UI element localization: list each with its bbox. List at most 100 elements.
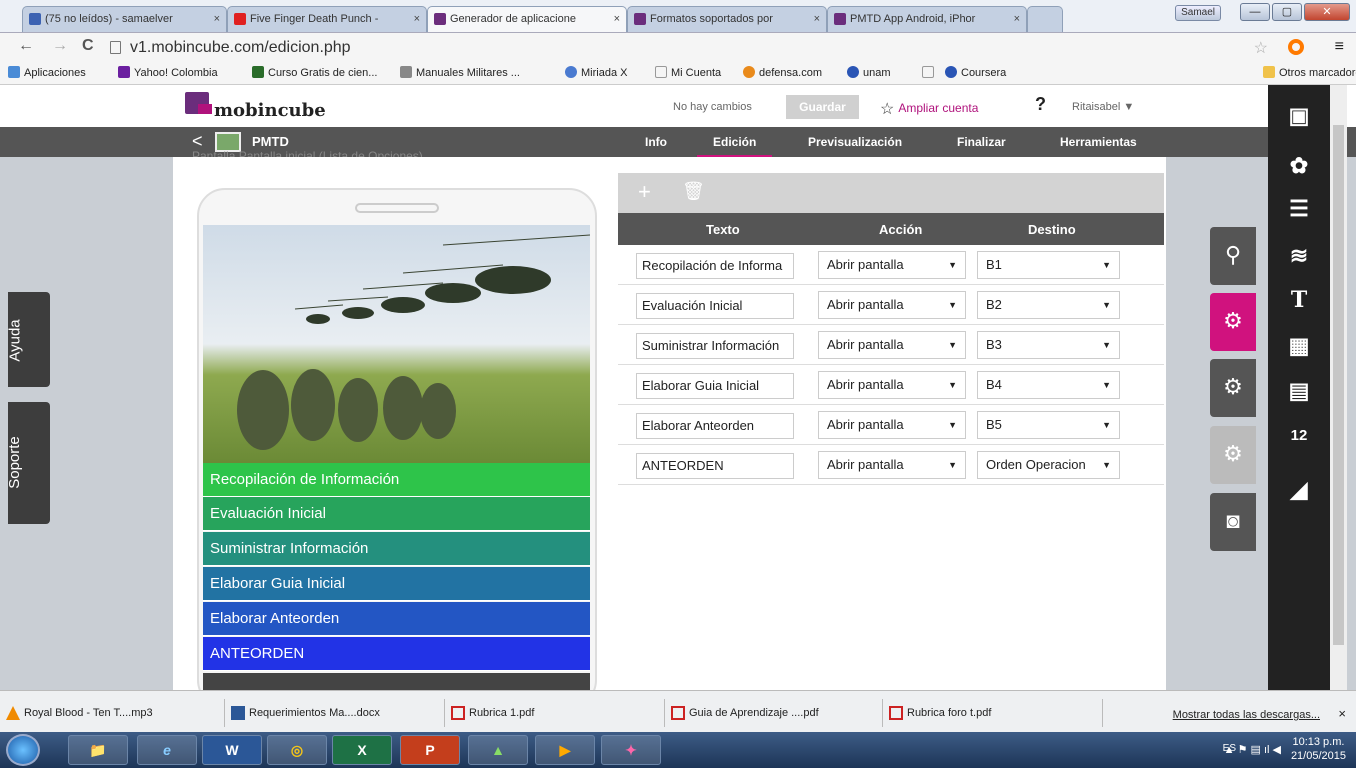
word-taskbar-icon[interactable]: W	[202, 735, 262, 765]
back-button[interactable]: ←	[18, 37, 34, 55]
tab-info[interactable]: Info	[645, 135, 667, 149]
gears-icon[interactable]: ⚙	[1210, 293, 1256, 351]
start-button[interactable]	[6, 734, 40, 766]
list-icon[interactable]: ▤	[1268, 378, 1330, 404]
app-taskbar-icon[interactable]: ✦	[601, 735, 661, 765]
phone-list-item[interactable]: Elaborar Guia Inicial	[203, 567, 590, 601]
rss-icon[interactable]: ◢	[1268, 477, 1330, 503]
bookmark-star-icon[interactable]: ☆	[1254, 38, 1268, 58]
explorer-taskbar-icon[interactable]: 📁	[68, 735, 128, 765]
browser-tab[interactable]: PMTD App Android, iPhor ×	[827, 6, 1027, 32]
minimize-button[interactable]: —	[1240, 3, 1270, 21]
phone-list-item[interactable]: Evaluación Inicial	[203, 497, 590, 531]
bookmark-item[interactable]: Aplicaciones	[8, 66, 86, 79]
bookmark-item[interactable]: defensa.com	[743, 66, 822, 79]
close-downloads-icon[interactable]: ×	[1338, 706, 1346, 721]
accion-select[interactable]: Abrir pantalla ▼	[818, 291, 966, 319]
stack-icon[interactable]: ☰	[1268, 196, 1330, 222]
text-icon[interactable]: T	[1268, 287, 1330, 313]
bookmark-item[interactable]: unam	[847, 66, 891, 79]
phone-list-item[interactable]: Suministrar Información	[203, 532, 590, 566]
bookmark-item[interactable]: Curso Gratis de cien...	[252, 66, 377, 79]
url-field[interactable]: v1.mobincube.com/edicion.php	[110, 37, 1240, 59]
tab-close-icon[interactable]: ×	[614, 7, 620, 31]
photo-taskbar-icon[interactable]: ▲	[468, 735, 528, 765]
tab-close-icon[interactable]: ×	[814, 7, 820, 31]
tree-icon[interactable]: ⚲	[1210, 227, 1256, 285]
excel-taskbar-icon[interactable]: X	[332, 735, 392, 765]
bookmark-item[interactable]: Mi Cuenta	[655, 66, 721, 79]
phone-list-item[interactable]: Recopilación de Información	[203, 463, 590, 497]
browser-tab[interactable]: (75 no leídos) - samaelver ×	[22, 6, 227, 32]
reload-button[interactable]: C	[82, 37, 94, 55]
app-logo[interactable]: mobincube	[214, 100, 326, 121]
profile-badge[interactable]: Samael	[1175, 5, 1221, 21]
tab-close-icon[interactable]: ×	[1014, 7, 1020, 31]
help-icon[interactable]: ?	[1035, 94, 1046, 115]
texto-input[interactable]: Recopilación de Informa	[636, 253, 794, 279]
tab-finalizar[interactable]: Finalizar	[957, 135, 1006, 149]
browser-tab-active[interactable]: Generador de aplicacione ×	[427, 6, 627, 32]
support-tab[interactable]: Soporte	[6, 402, 50, 524]
close-window-button[interactable]: ✕	[1304, 3, 1350, 21]
show-all-downloads-link[interactable]: Mostrar todas las descargas...	[1173, 709, 1320, 721]
tab-close-icon[interactable]: ×	[414, 7, 420, 31]
tab-previsualizacion[interactable]: Previsualización	[808, 135, 902, 149]
forward-button[interactable]: →	[52, 37, 68, 55]
download-item[interactable]: Rubrica 1.pdf	[445, 699, 665, 727]
add-item-button[interactable]: +	[638, 179, 651, 205]
texto-input[interactable]: Evaluación Inicial	[636, 293, 794, 319]
other-bookmarks[interactable]: Otros marcadores	[1263, 66, 1356, 79]
tab-close-icon[interactable]: ×	[214, 7, 220, 31]
destino-select[interactable]: Orden Operacion ▼	[977, 451, 1120, 479]
destino-select[interactable]: B3 ▼	[977, 331, 1120, 359]
bookmark-item[interactable]: Miriada X	[565, 66, 627, 79]
accion-select[interactable]: Abrir pantalla ▼	[818, 371, 966, 399]
image-icon[interactable]: ▣	[1268, 103, 1330, 129]
phone-preview-icon[interactable]: ◙	[1210, 493, 1256, 551]
bookmark-item[interactable]: Coursera	[945, 66, 1006, 79]
texto-input[interactable]: ANTEORDEN	[636, 453, 794, 479]
save-button[interactable]: Guardar	[786, 95, 859, 119]
texto-input[interactable]: Elaborar Guia Inicial	[636, 373, 794, 399]
upgrade-account-link[interactable]: ☆ Ampliar cuenta	[880, 99, 978, 119]
media-taskbar-icon[interactable]: ▶	[535, 735, 595, 765]
browser-tab[interactable]: Formatos soportados por ×	[627, 6, 827, 32]
palette-icon[interactable]: ✿	[1268, 153, 1330, 179]
bookmark-item[interactable]: Manuales Militares ...	[400, 66, 520, 79]
download-item[interactable]: Royal Blood - Ten T....mp3	[0, 699, 225, 727]
chrome-taskbar-icon[interactable]: ◎	[267, 735, 327, 765]
accion-select[interactable]: Abrir pantalla ▼	[818, 331, 966, 359]
page-scrollbar[interactable]	[1330, 85, 1347, 690]
scrollbar-thumb[interactable]	[1333, 125, 1344, 645]
tray-icons[interactable]: ▲ ⚑ ▤ ıl ◀	[1224, 743, 1281, 756]
new-tab-button[interactable]	[1027, 6, 1063, 32]
ie-taskbar-icon[interactable]: e	[137, 735, 197, 765]
download-item[interactable]: Requerimientos Ma....docx	[225, 699, 445, 727]
database-icon[interactable]: ≋	[1268, 243, 1330, 269]
tab-herramientas[interactable]: Herramientas	[1060, 135, 1137, 149]
texto-input[interactable]: Suministrar Información	[636, 333, 794, 359]
bookmark-item[interactable]	[922, 66, 938, 79]
destino-select[interactable]: B1 ▼	[977, 251, 1120, 279]
maximize-button[interactable]: ▢	[1272, 3, 1302, 21]
download-item[interactable]: Guia de Aprendizaje ....pdf	[665, 699, 883, 727]
bookmark-item[interactable]: Yahoo! Colombia	[118, 66, 218, 79]
delete-item-icon[interactable]: 🗑	[682, 181, 705, 202]
help-tab[interactable]: Ayuda	[7, 292, 50, 387]
tab-edicion[interactable]: Edición	[697, 135, 773, 158]
accion-select[interactable]: Abrir pantalla ▼	[818, 451, 966, 479]
project-name[interactable]: PMTD	[252, 134, 289, 149]
phone-list-item[interactable]: ANTEORDEN	[203, 637, 590, 671]
phone-list-item[interactable]: Elaborar Anteorden	[203, 602, 590, 636]
system-clock[interactable]: 10:13 p.m. 21/05/2015	[1291, 735, 1346, 763]
qr-icon[interactable]: ▦	[1268, 333, 1330, 359]
browser-menu-icon[interactable]: ≡	[1335, 38, 1344, 56]
destino-select[interactable]: B4 ▼	[977, 371, 1120, 399]
browser-tab[interactable]: Five Finger Death Punch - ×	[227, 6, 427, 32]
powerpoint-taskbar-icon[interactable]: P	[400, 735, 460, 765]
opera-extension-icon[interactable]	[1288, 39, 1304, 55]
accion-select[interactable]: Abrir pantalla ▼	[818, 251, 966, 279]
document-gear-icon[interactable]: ⚙	[1210, 359, 1256, 417]
calendar-icon[interactable]: 12	[1268, 427, 1330, 444]
